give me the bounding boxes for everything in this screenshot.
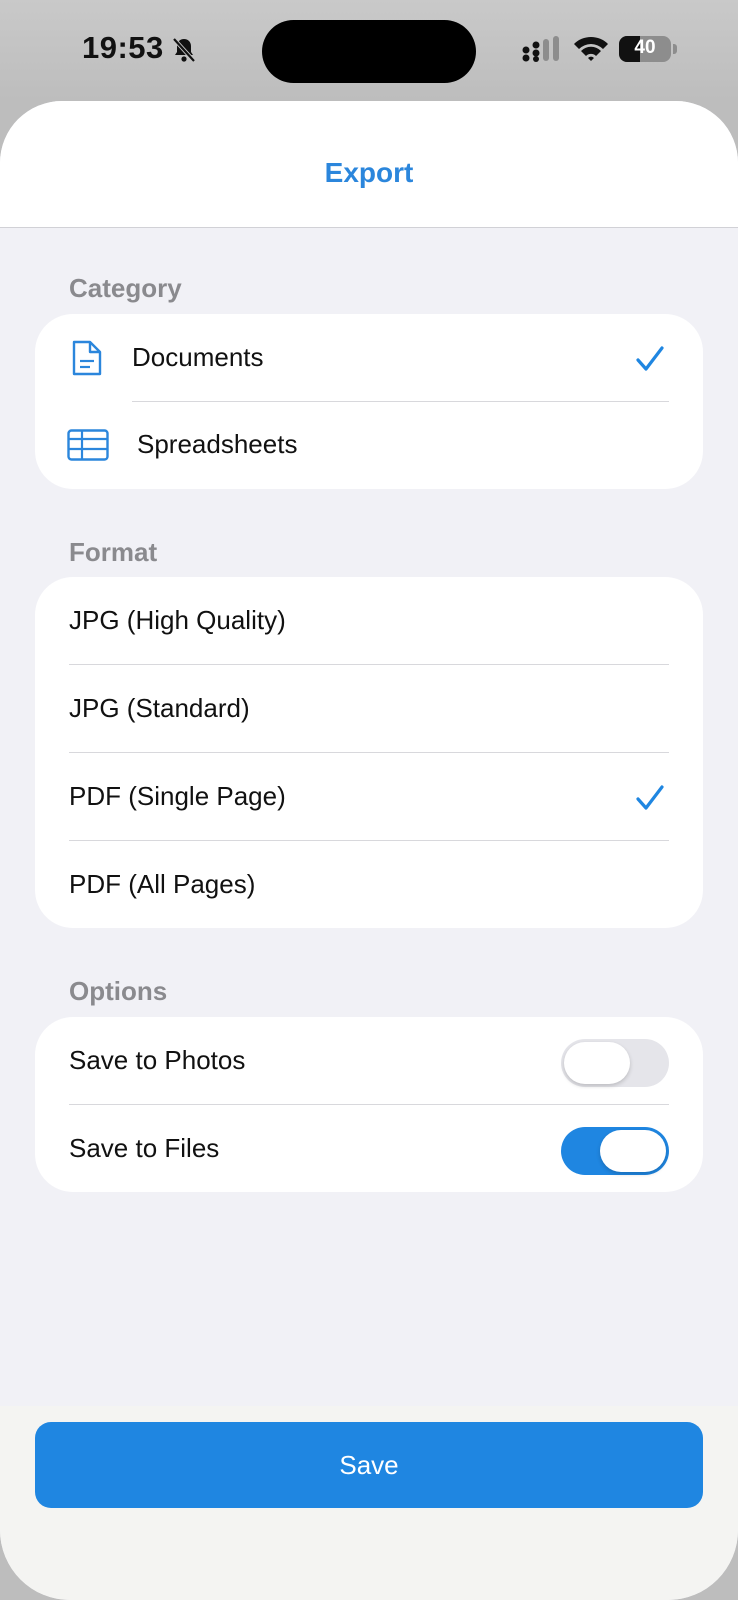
status-time: 19:53 — [82, 30, 164, 65]
save-to-files-toggle[interactable] — [561, 1127, 669, 1175]
format-label-pdf-single: PDF (Single Page) — [69, 781, 286, 811]
format-row-pdf-all[interactable]: PDF (All Pages) — [35, 841, 703, 930]
phone-screen: 19:53 40 Export Category Documents Sprea… — [0, 0, 738, 1600]
format-label-jpg-standard: JPG (Standard) — [69, 693, 250, 723]
sheet-header: Export — [0, 101, 738, 228]
option-label-save-to-photos: Save to Photos — [69, 1045, 246, 1075]
options-group: Save to Photos Save to Files — [35, 1017, 703, 1192]
category-row-spreadsheets[interactable]: Spreadsheets — [35, 401, 703, 490]
category-row-documents[interactable]: Documents — [35, 314, 703, 403]
bell-slash-icon — [172, 37, 196, 63]
format-row-pdf-single[interactable]: PDF (Single Page) — [35, 753, 703, 842]
battery-percent: 40 — [634, 37, 656, 58]
format-row-jpg-high[interactable]: JPG (High Quality) — [35, 577, 703, 666]
battery-tip — [673, 44, 677, 54]
option-row-save-to-files: Save to Files — [35, 1105, 703, 1194]
checkmark-icon — [636, 346, 664, 371]
format-section-label: Format — [69, 537, 158, 567]
category-section-label: Category — [69, 273, 182, 303]
export-sheet: Export Category Documents Spreadsheets F… — [0, 101, 738, 1600]
format-label-pdf-all: PDF (All Pages) — [69, 869, 256, 899]
format-row-jpg-standard[interactable]: JPG (Standard) — [35, 665, 703, 754]
save-to-photos-toggle[interactable] — [561, 1039, 669, 1087]
option-row-save-to-photos: Save to Photos — [35, 1017, 703, 1106]
sheet-footer: Save — [0, 1406, 738, 1600]
options-section-label: Options — [69, 976, 168, 1006]
toggle-knob — [600, 1130, 666, 1172]
wifi-icon — [574, 36, 608, 61]
table-icon — [67, 429, 109, 461]
category-label-spreadsheets: Spreadsheets — [137, 429, 298, 459]
format-label-jpg-high: JPG (High Quality) — [69, 605, 286, 635]
battery-indicator: 40 — [619, 36, 671, 62]
document-icon — [72, 340, 102, 376]
category-label-documents: Documents — [132, 342, 264, 372]
format-group: JPG (High Quality) JPG (Standard) PDF (S… — [35, 577, 703, 928]
checkmark-icon — [636, 785, 664, 810]
cellular-signal-icon — [522, 36, 559, 62]
sheet-title: Export — [324, 157, 414, 188]
dynamic-island — [262, 20, 476, 83]
save-button[interactable]: Save — [35, 1422, 703, 1508]
option-label-save-to-files: Save to Files — [69, 1133, 220, 1163]
toggle-knob — [564, 1042, 630, 1084]
category-group: Documents Spreadsheets — [35, 314, 703, 489]
